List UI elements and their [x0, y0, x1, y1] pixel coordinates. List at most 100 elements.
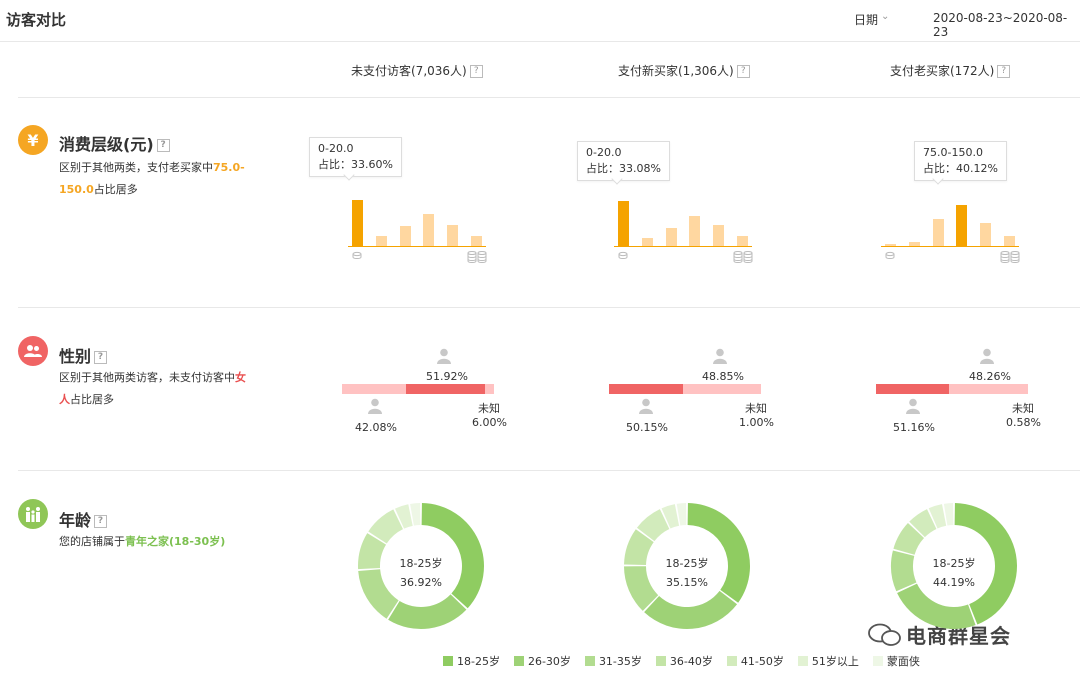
female-segment[interactable] [876, 384, 950, 394]
coin-stack-icon [733, 250, 753, 264]
consumption-bar[interactable] [980, 223, 992, 246]
divider [0, 41, 1080, 42]
unknown-percent: 1.00% [739, 416, 774, 429]
chart-axis [348, 246, 486, 247]
tooltip-share: 占比：33.08% [586, 162, 661, 175]
female-segment[interactable] [609, 384, 684, 394]
male-segment[interactable] [342, 384, 406, 394]
consumption-bar[interactable] [375, 236, 387, 246]
consumption-bar[interactable] [423, 214, 435, 246]
family-icon [18, 499, 48, 529]
legend-swatch [726, 656, 737, 666]
unknown-segment[interactable] [759, 384, 761, 394]
legend-swatch [513, 656, 524, 666]
legend-label: 蒙面侠 [886, 655, 920, 668]
help-icon[interactable]: ? [997, 65, 1011, 78]
divider [18, 307, 1080, 308]
coin-small-icon [352, 251, 362, 261]
female-segment[interactable] [405, 384, 485, 394]
male-segment[interactable] [949, 384, 1028, 394]
column-label: 支付新买家(1,306人) [618, 64, 734, 78]
unknown-percent: 6.00% [472, 416, 507, 429]
female-percent: 48.85% [702, 370, 744, 383]
female-person-icon [980, 348, 994, 364]
help-icon[interactable]: ? [94, 351, 108, 364]
chart-tooltip: 0-20.0 占比：33.08% [577, 141, 670, 181]
section-title-age: 年龄? [59, 507, 108, 531]
male-person-icon [368, 398, 382, 414]
consumption-bar[interactable] [618, 200, 629, 246]
male-percent: 50.15% [626, 421, 668, 434]
legend-swatch [584, 656, 595, 666]
tooltip-share: 占比：40.12% [923, 162, 998, 175]
legend-item[interactable]: 31-35岁 [584, 653, 642, 669]
age-slice[interactable] [897, 583, 976, 629]
coin-stack-icon [467, 250, 487, 264]
section-title-gender: 性别? [59, 343, 108, 367]
donut-center-value: 36.92% [400, 576, 442, 589]
unknown-label: 未知 [1012, 402, 1034, 415]
consumption-bar[interactable] [471, 236, 482, 246]
legend-label: 31-35岁 [598, 655, 642, 668]
legend-label: 41-50岁 [740, 655, 784, 668]
chart-tooltip: 75.0-150.0 占比：40.12% [914, 141, 1007, 181]
male-person-icon [906, 398, 920, 414]
consumption-bar[interactable] [641, 237, 653, 246]
unknown-label: 未知 [478, 402, 500, 415]
donut-center-value: 35.15% [666, 576, 708, 589]
consumption-bar[interactable] [665, 228, 677, 246]
legend-label: 36-40岁 [669, 655, 713, 668]
unknown-percent: 0.58% [1006, 416, 1041, 429]
consumption-bar[interactable] [932, 219, 944, 246]
female-person-icon [437, 348, 451, 364]
yen-icon: ¥ [18, 125, 48, 155]
consumption-bar[interactable] [1004, 235, 1015, 246]
help-icon[interactable]: ? [736, 65, 750, 78]
legend-label: 18-25岁 [457, 655, 500, 668]
legend-item[interactable]: 51岁以上 [797, 653, 859, 669]
female-percent: 51.92% [426, 370, 468, 383]
consumption-bar[interactable] [956, 204, 968, 246]
consumption-bar[interactable] [713, 225, 725, 246]
tooltip-range: 0-20.0 [318, 142, 354, 155]
date-dropdown[interactable]: 日期 [854, 11, 878, 28]
tooltip-share: 占比：33.60% [318, 158, 393, 171]
section-desc-consumption: 区别于其他两类，支付老买家中75.0-150.0占比居多 [59, 161, 245, 196]
legend-item[interactable]: 41-50岁 [726, 653, 784, 669]
male-segment[interactable] [683, 384, 760, 394]
column-returning-buyers: 支付老买家(172人)? [890, 62, 1011, 79]
legend-swatch [797, 656, 808, 666]
consumption-bar[interactable] [737, 235, 748, 246]
legend-item[interactable]: 蒙面侠 [872, 653, 920, 669]
coin-stack-icon [1000, 250, 1020, 264]
unknown-segment[interactable] [484, 384, 494, 394]
consumption-bar[interactable] [399, 226, 411, 246]
section-title-consumption: 消费层级(元)? [59, 131, 170, 155]
chevron-down-icon[interactable]: ⌄ [881, 11, 889, 22]
help-icon[interactable]: ? [94, 515, 108, 528]
unknown-segment[interactable] [1027, 384, 1028, 394]
age-slice[interactable] [388, 594, 467, 629]
unknown-label: 未知 [745, 402, 767, 415]
legend-item[interactable]: 18-25岁 [443, 653, 500, 669]
donut-center-label: 18-25岁 [665, 557, 709, 570]
legend-item[interactable]: 26-30岁 [513, 653, 571, 669]
legend-item[interactable]: 36-40岁 [655, 653, 713, 669]
help-icon[interactable]: ? [469, 65, 483, 78]
age-slice[interactable] [644, 590, 738, 629]
chart-axis [614, 246, 752, 247]
column-label: 支付老买家(172人) [890, 64, 995, 78]
section-desc-gender: 区别于其他两类访客，未支付访客中女人占比居多 [59, 371, 246, 406]
donut-center-value: 44.19% [933, 576, 975, 589]
male-percent: 51.16% [893, 421, 935, 434]
legend-label: 51岁以上 [811, 655, 859, 668]
consumption-bar[interactable] [352, 199, 363, 246]
consumption-bar[interactable] [447, 225, 459, 246]
age-slice[interactable] [891, 550, 917, 592]
date-range[interactable]: 2020-08-23~2020-08-23 [933, 11, 1080, 39]
help-icon[interactable]: ? [156, 139, 170, 152]
female-person-icon [713, 348, 727, 364]
legend-swatch [872, 656, 883, 666]
consumption-bar[interactable] [689, 215, 701, 246]
donut-center-label: 18-25岁 [932, 557, 976, 570]
